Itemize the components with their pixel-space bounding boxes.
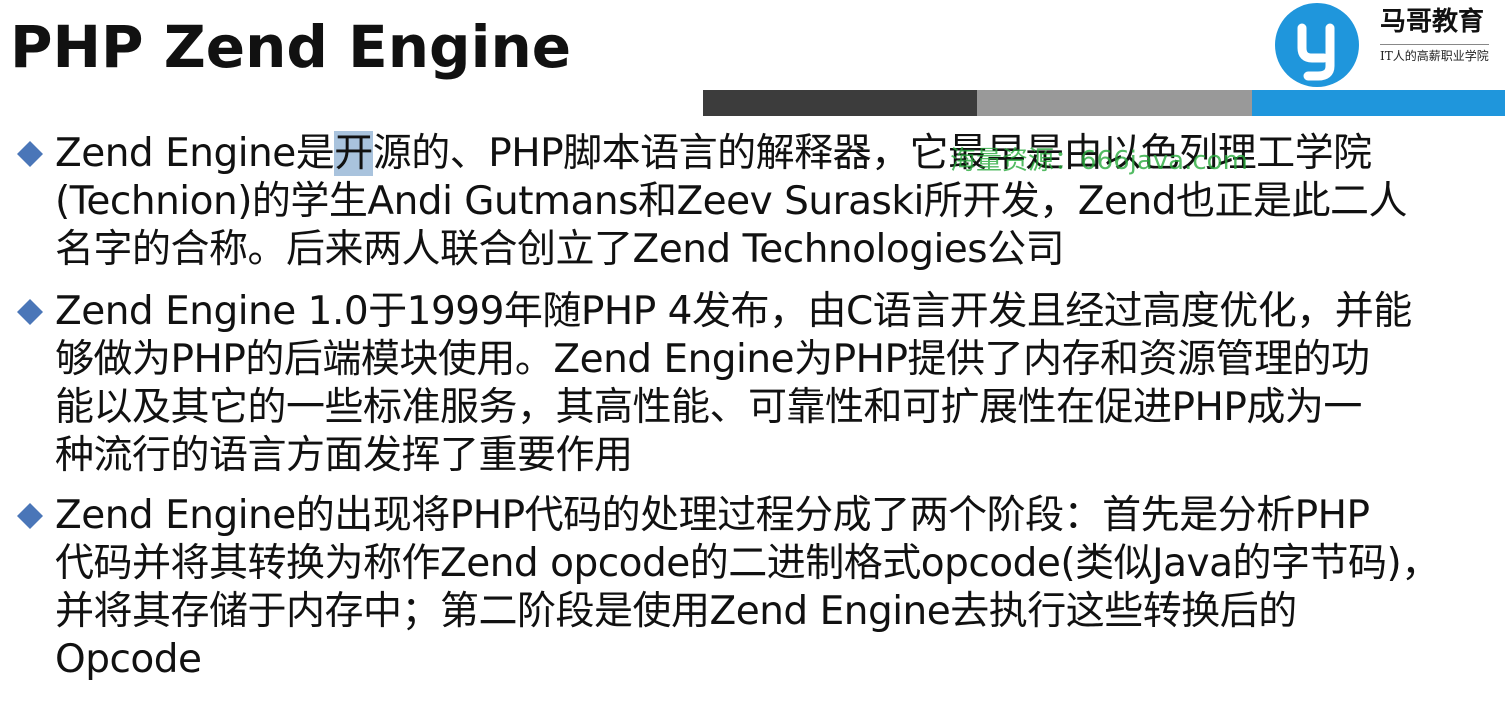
brand-logo: 马哥教育 IT人的高薪职业学院 <box>1270 0 1505 88</box>
bullet-line: 种流行的语言方面发挥了重要作用 <box>55 433 633 478</box>
selected-text: 开 <box>334 131 373 176</box>
bullet-line: Zend Engine 1.0于1999年随PHP 4发布，由C语言开发且经过高… <box>55 289 1412 334</box>
bullet-line: 够做为PHP的后端模块使用。Zend Engine为PHP提供了内存和资源管理的… <box>55 337 1370 382</box>
diamond-bullet-icon <box>17 299 43 325</box>
watermark: 海量资源：666java.com <box>950 146 1248 176</box>
title-bar-dark-segment <box>703 90 977 116</box>
bullet-line: 代码并将其转换为称作Zend opcode的二进制格式opcode(类似Java… <box>55 541 1440 586</box>
logo-slogan: IT人的高薪职业学院 <box>1380 44 1489 64</box>
slide-title: PHP Zend Engine <box>10 13 572 81</box>
bullet-text: Zend Engine 1.0于1999年随PHP 4发布，由C语言开发且经过高… <box>55 288 1495 480</box>
text-segment: Zend Engine是 <box>55 131 335 176</box>
bullet-line: 能以及其它的一些标准服务，其高性能、可靠性和可扩展性在促进PHP成为一 <box>55 385 1362 430</box>
bullet-line: (Technion)的学生Andi Gutmans和Zeev Suraski所开… <box>55 179 1407 224</box>
bullet-text: Zend Engine是开源的、PHP脚本语言的解释器，它最早是由以色列理工学院… <box>55 130 1495 274</box>
logo-brand-name: 马哥教育 <box>1380 7 1485 37</box>
bullet-line: Zend Engine的出现将PHP代码的处理过程分成了两个阶段：首先是分析PH… <box>55 493 1370 538</box>
bullet-line: Opcode <box>55 637 202 682</box>
title-bar-gray-segment <box>977 90 1252 116</box>
diamond-bullet-icon <box>17 141 43 167</box>
diamond-bullet-icon <box>17 503 43 529</box>
bullet-line: 名字的合称。后来两人联合创立了Zend Technologies公司 <box>55 227 1065 272</box>
title-bar-blue-segment <box>1252 90 1505 116</box>
bullet-text: Zend Engine的出现将PHP代码的处理过程分成了两个阶段：首先是分析PH… <box>55 492 1495 684</box>
g-letter-logo-icon <box>1275 3 1359 87</box>
bullet-line: 并将其存储于内存中；第二阶段是使用Zend Engine去执行这些转换后的 <box>55 589 1297 634</box>
bullet-line: Zend Engine是开源的、PHP脚本语言的解释器，它最早是由以色列理工学院 <box>55 130 1495 178</box>
